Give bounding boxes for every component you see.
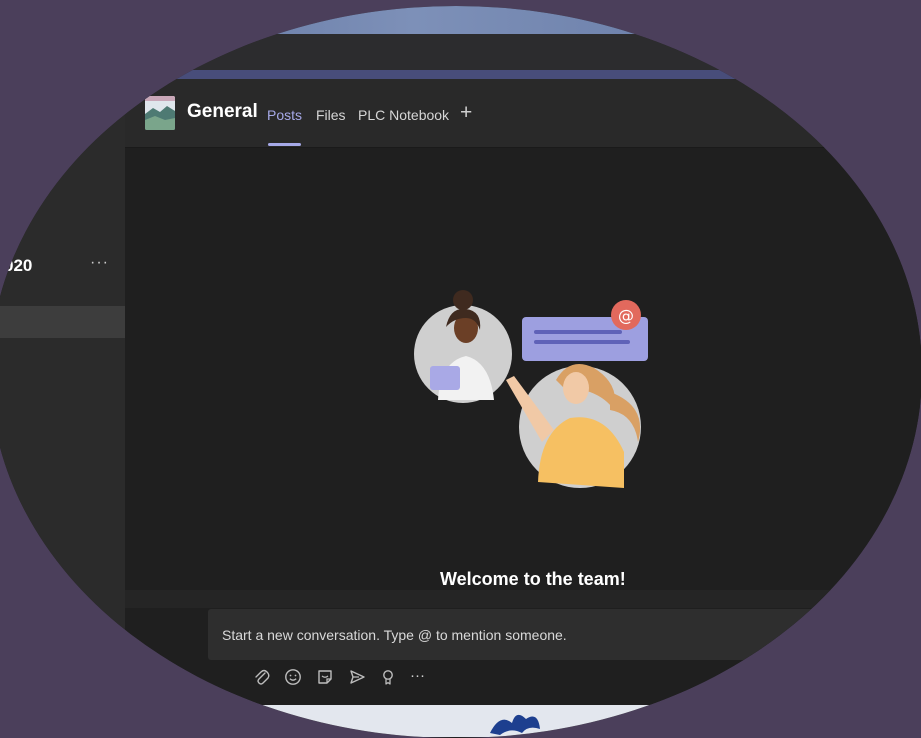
wallpaper-top	[0, 6, 921, 34]
channel-avatar	[145, 96, 175, 130]
team-name[interactable]: 020	[4, 256, 32, 276]
tab-posts[interactable]: Posts	[267, 107, 302, 123]
more-icon[interactable]: ···	[410, 668, 430, 686]
top-bar-accent-line	[0, 70, 921, 79]
wallpaper-bottom	[0, 705, 921, 737]
svg-text:@: @	[618, 306, 634, 325]
send-icon[interactable]	[348, 668, 366, 686]
tab-files[interactable]: Files	[316, 107, 346, 123]
screenshot-oval-frame: Search 020 ··· General Posts Files PLC N…	[0, 6, 921, 738]
paperclip-icon[interactable]	[253, 668, 271, 686]
tab-plc-notebook[interactable]: PLC Notebook	[358, 107, 449, 123]
add-tab-icon[interactable]: +	[460, 101, 472, 125]
new-conversation-input[interactable]	[222, 625, 822, 645]
welcome-heading: Welcome to the team!	[440, 569, 626, 589]
teams-sidebar	[0, 79, 125, 737]
search-box[interactable]: Search	[150, 45, 194, 61]
sidebar-item-selected[interactable]	[0, 306, 125, 338]
team-more-options-icon[interactable]: ···	[90, 254, 109, 272]
channel-title: General	[187, 101, 258, 122]
compose-divider	[125, 590, 921, 608]
active-tab-indicator	[268, 143, 301, 146]
sticker-icon[interactable]	[316, 668, 334, 686]
emoji-icon[interactable]	[284, 668, 302, 686]
compose-toolbar	[125, 660, 921, 705]
praise-icon[interactable]	[379, 668, 397, 686]
top-bar	[0, 34, 921, 70]
welcome-illustration: @	[410, 282, 660, 502]
